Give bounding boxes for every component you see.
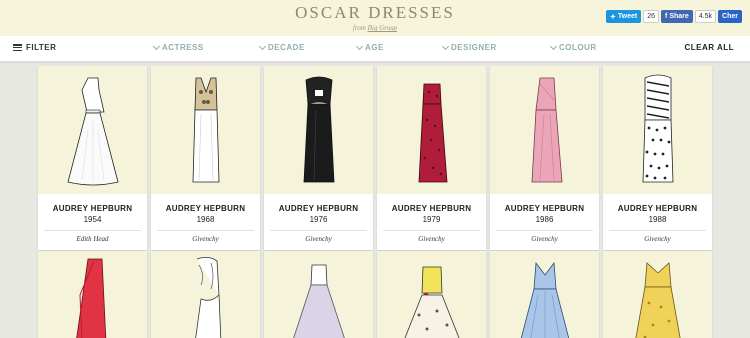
filter-age[interactable]: AGE xyxy=(355,42,384,52)
oscar-year: 1976 xyxy=(309,215,328,224)
byline-from: from xyxy=(352,24,366,32)
dress-card[interactable]: AUDREY HEPBURN 1968 Givenchy xyxy=(151,66,260,250)
dress-illustration xyxy=(38,251,147,338)
dress-illustration xyxy=(264,251,373,338)
actress-name: AUDREY HEPBURN xyxy=(278,204,359,213)
dress-blue-icon xyxy=(520,261,569,338)
dress-black-icon xyxy=(303,76,334,183)
divider xyxy=(44,230,141,231)
social-buttons: ✦ Tweet 26 f Share 4.5k Cher xyxy=(606,10,742,23)
dress-illustration xyxy=(603,251,712,338)
divider xyxy=(609,230,706,231)
dress-illustration xyxy=(377,66,486,194)
menu-icon xyxy=(13,44,22,51)
dress-card[interactable] xyxy=(377,251,486,338)
filter-actress-label: ACTRESS xyxy=(162,43,204,52)
dress-card[interactable]: AUDREY HEPBURN 1986 Givenchy xyxy=(490,66,599,250)
oscar-year: 1979 xyxy=(422,215,441,224)
dress-card[interactable] xyxy=(490,251,599,338)
chevron-down-icon xyxy=(152,42,161,50)
dress-floral-icon xyxy=(404,266,459,338)
filter-colour[interactable]: COLOUR xyxy=(549,42,597,52)
dress-red-gown-icon xyxy=(75,258,106,338)
divider xyxy=(383,230,480,231)
dress-illustration xyxy=(38,66,147,194)
dress-yellow-icon xyxy=(634,262,681,338)
dress-illustration xyxy=(264,66,373,194)
dress-card[interactable] xyxy=(151,251,260,338)
filter-label: FILTER xyxy=(26,43,57,52)
chevron-down-icon xyxy=(549,42,558,50)
oscar-year: 1988 xyxy=(648,215,667,224)
dress-polka-icon xyxy=(642,74,673,183)
facebook-share-button[interactable]: f Share xyxy=(661,10,693,23)
designer-name: Givenchy xyxy=(531,235,558,243)
dress-illustration xyxy=(377,251,486,338)
filter-toggle[interactable]: FILTER xyxy=(13,43,56,52)
byline-link[interactable]: Big Group xyxy=(368,24,398,32)
designer-name: Givenchy xyxy=(192,235,219,243)
filter-bar: FILTER ACTRESS DECADE AGE DESIGNER COLOU… xyxy=(0,36,750,62)
share-count: 4.5k xyxy=(694,10,717,23)
actress-name: AUDREY HEPBURN xyxy=(617,204,698,213)
actress-name: AUDREY HEPBURN xyxy=(391,204,472,213)
dress-card[interactable]: AUDREY HEPBURN 1988 Givenchy xyxy=(603,66,712,250)
filter-designer-label: DESIGNER xyxy=(451,43,497,52)
filter-age-label: AGE xyxy=(365,43,384,52)
dress-pink-icon xyxy=(531,77,562,183)
designer-name: Edith Head xyxy=(76,235,109,243)
dress-illustration xyxy=(490,66,599,194)
dress-card[interactable]: AUDREY HEPBURN 1954 Edith Head xyxy=(38,66,147,250)
designer-name: Givenchy xyxy=(305,235,332,243)
clear-all-button[interactable]: CLEAR ALL xyxy=(684,43,734,52)
chevron-down-icon xyxy=(355,42,364,50)
top-header: OSCAR DRESSES from Big Group ✦ Tweet 26 … xyxy=(0,0,750,36)
divider xyxy=(496,230,593,231)
tweet-count: 26 xyxy=(643,10,659,23)
twitter-icon: ✦ xyxy=(610,13,616,21)
site-byline: from Big Group xyxy=(0,24,750,32)
actress-name: AUDREY HEPBURN xyxy=(165,204,246,213)
dress-illustration xyxy=(151,251,260,338)
filter-colour-label: COLOUR xyxy=(559,43,597,52)
tweet-label: Tweet xyxy=(617,13,638,20)
dress-red-icon xyxy=(418,83,447,183)
actress-name: AUDREY HEPBURN xyxy=(52,204,133,213)
dress-beaded-icon xyxy=(192,77,219,183)
oscar-year: 1954 xyxy=(83,215,102,224)
filter-decade[interactable]: DECADE xyxy=(258,42,305,52)
oscar-year: 1968 xyxy=(196,215,215,224)
dress-white-icon xyxy=(67,77,118,186)
dress-card[interactable]: AUDREY HEPBURN 1976 Givenchy xyxy=(264,66,373,250)
dress-card[interactable] xyxy=(264,251,373,338)
chevron-down-icon xyxy=(258,42,267,50)
dress-illustration xyxy=(490,251,599,338)
dress-ruffle-icon xyxy=(194,257,221,338)
designer-name: Givenchy xyxy=(418,235,445,243)
facebook-icon: f xyxy=(665,13,668,20)
dress-card[interactable] xyxy=(38,251,147,338)
dress-illustration xyxy=(603,66,712,194)
designer-name: Givenchy xyxy=(644,235,671,243)
share-label: Share xyxy=(669,13,689,20)
actress-name: AUDREY HEPBURN xyxy=(504,204,585,213)
divider xyxy=(270,230,367,231)
chevron-down-icon xyxy=(441,42,450,50)
dress-card[interactable]: AUDREY HEPBURN 1979 Givenchy xyxy=(377,66,486,250)
dress-card[interactable] xyxy=(603,251,712,338)
divider xyxy=(157,230,254,231)
dress-lilac-icon xyxy=(292,264,345,338)
cher-button[interactable]: Cher xyxy=(718,10,742,23)
tweet-button[interactable]: ✦ Tweet xyxy=(606,10,642,23)
dress-illustration xyxy=(151,66,260,194)
oscar-year: 1986 xyxy=(535,215,554,224)
filter-designer[interactable]: DESIGNER xyxy=(441,42,497,52)
filter-decade-label: DECADE xyxy=(268,43,305,52)
filter-actress[interactable]: ACTRESS xyxy=(152,42,204,52)
